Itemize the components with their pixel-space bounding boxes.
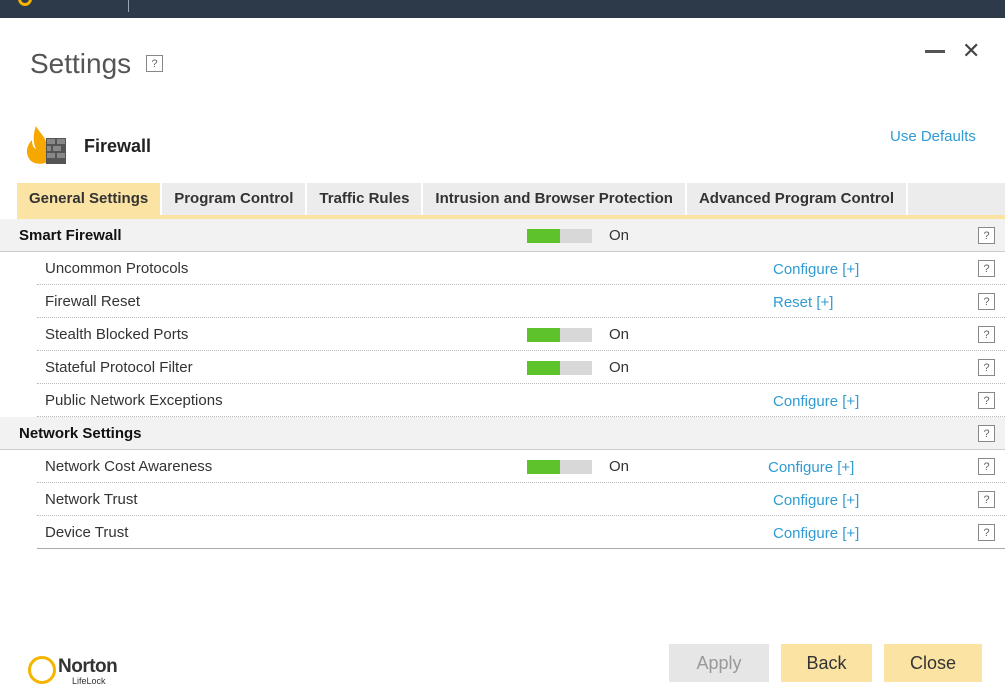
toggle-state: On: [609, 326, 630, 343]
setting-label: Network Trust: [45, 491, 138, 508]
brand-sub: LifeLock: [72, 676, 106, 686]
setting-stateful-protocol-filter: Stateful Protocol Filter On ?: [37, 351, 1005, 384]
page-title: Settings: [30, 48, 132, 79]
setting-label: Firewall Reset: [45, 293, 141, 310]
setting-network-cost-awareness: Network Cost Awareness On Configure [+] …: [37, 450, 1005, 483]
setting-uncommon-protocols: Uncommon Protocols Configure [+] ?: [37, 252, 1005, 285]
reset-link[interactable]: Reset [+]: [773, 294, 833, 311]
firewall-icon: [26, 126, 66, 164]
norton-logo-icon: [18, 0, 32, 6]
norton-check-icon: [28, 656, 56, 684]
feature-title: Firewall: [84, 136, 152, 156]
help-icon[interactable]: ?: [978, 392, 995, 409]
close-button[interactable]: Close: [884, 644, 982, 682]
stealth-blocked-ports-toggle[interactable]: [527, 328, 592, 342]
help-icon[interactable]: ?: [978, 227, 995, 244]
toggle-fill: [527, 229, 560, 243]
title-help-icon[interactable]: ?: [146, 55, 163, 72]
title-separator: [128, 0, 129, 12]
setting-stealth-blocked-ports: Stealth Blocked Ports On ?: [37, 318, 1005, 351]
setting-network-trust: Network Trust Configure [+] ?: [37, 483, 1005, 516]
help-icon[interactable]: ?: [978, 458, 995, 475]
stateful-protocol-filter-toggle[interactable]: [527, 361, 592, 375]
tab-advanced-program-control[interactable]: Advanced Program Control: [687, 183, 908, 215]
help-icon[interactable]: ?: [978, 491, 995, 508]
setting-label: Stateful Protocol Filter: [45, 359, 193, 376]
help-icon[interactable]: ?: [978, 326, 995, 343]
setting-label: Uncommon Protocols: [45, 260, 189, 277]
setting-device-trust: Device Trust Configure [+] ?: [37, 516, 1005, 549]
setting-label: Public Network Exceptions: [45, 392, 223, 409]
help-icon[interactable]: ?: [978, 425, 995, 442]
setting-label: Network Cost Awareness: [45, 458, 213, 475]
section-smart-firewall: Smart Firewall On ?: [0, 219, 1005, 252]
setting-label: Stealth Blocked Ports: [45, 326, 189, 343]
toggle-fill: [527, 328, 560, 342]
toggle-fill: [527, 460, 560, 474]
configure-link[interactable]: Configure [+]: [773, 393, 859, 410]
configure-link[interactable]: Configure [+]: [768, 459, 854, 476]
help-icon[interactable]: ?: [978, 260, 995, 277]
toggle-state: On: [609, 458, 630, 475]
back-button[interactable]: Back: [781, 644, 872, 682]
section-label: Smart Firewall: [19, 227, 122, 244]
tab-traffic-rules[interactable]: Traffic Rules: [307, 183, 424, 215]
settings-list: Smart Firewall On ? Uncommon Protocols C…: [0, 219, 1005, 549]
tab-program-control[interactable]: Program Control: [162, 183, 308, 215]
minimize-button[interactable]: [925, 50, 945, 53]
setting-public-network-exceptions: Public Network Exceptions Configure [+] …: [37, 384, 1005, 417]
apply-button[interactable]: Apply: [669, 644, 769, 682]
use-defaults-link[interactable]: Use Defaults: [890, 128, 976, 145]
brand-name: Norton: [58, 656, 118, 677]
toggle-state: On: [609, 359, 630, 376]
toggle-state: On: [609, 227, 630, 244]
configure-link[interactable]: Configure [+]: [773, 261, 859, 278]
toggle-fill: [527, 361, 560, 375]
setting-firewall-reset: Firewall Reset Reset [+] ?: [37, 285, 1005, 318]
smart-firewall-toggle[interactable]: [527, 229, 592, 243]
help-icon[interactable]: ?: [978, 293, 995, 310]
help-icon[interactable]: ?: [978, 524, 995, 541]
network-cost-awareness-toggle[interactable]: [527, 460, 592, 474]
configure-link[interactable]: Configure [+]: [773, 492, 859, 509]
configure-link[interactable]: Configure [+]: [773, 525, 859, 542]
help-icon[interactable]: ?: [978, 359, 995, 376]
settings-tabs: General Settings Program Control Traffic…: [17, 183, 1005, 219]
app-title-bar: [0, 0, 1005, 18]
section-label: Network Settings: [19, 425, 142, 442]
tab-intrusion-browser-protection[interactable]: Intrusion and Browser Protection: [423, 183, 687, 215]
setting-label: Device Trust: [45, 524, 129, 541]
close-window-button[interactable]: ✕: [962, 38, 980, 64]
section-network-settings: Network Settings ?: [0, 417, 1005, 450]
tab-general-settings[interactable]: General Settings: [17, 183, 163, 215]
norton-logo: Norton LifeLock: [28, 654, 138, 688]
